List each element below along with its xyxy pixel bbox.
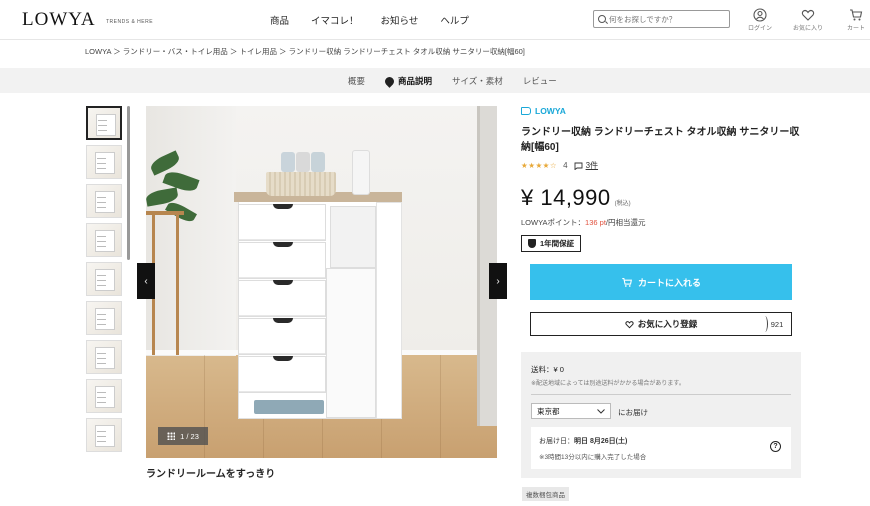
brand-link[interactable]: LOWYA <box>521 106 801 116</box>
points-info: LOWYAポイント：136 pt/円相当還元 <box>521 217 801 228</box>
add-to-cart-button[interactable]: カートに入れる <box>530 264 792 300</box>
thumbnail[interactable] <box>86 223 122 257</box>
comment-icon <box>574 162 583 170</box>
nav-imakore[interactable]: イマコレ！ <box>311 13 359 27</box>
chevron-right-icon: › <box>496 275 500 287</box>
shipping-panel: 送料：¥ 0 ※配送地域によっては別途送料がかかる場合があります。 東京都 にお… <box>521 352 801 478</box>
delivery-date: 明日 8月26日(土) <box>574 438 628 445</box>
thumbnail[interactable] <box>86 340 122 374</box>
favorites-label: お気に入り <box>793 26 824 32</box>
points-prefix: LOWYAポイント： <box>521 218 586 227</box>
tab-description-label: 商品説明 <box>398 76 433 86</box>
site-header: LOWYA TRENDS & HERE 商品 イマコレ！ お知らせ ヘルプ ログ… <box>0 0 870 40</box>
add-to-cart-label: カートに入れる <box>637 277 701 288</box>
tab-overview[interactable]: 概要 <box>348 75 365 87</box>
nav-news[interactable]: お知らせ <box>381 13 419 27</box>
prefecture-note: にお届け <box>618 408 648 417</box>
review-count: 3件 <box>585 161 599 170</box>
header-actions: ログイン お気に入り カート <box>745 8 870 32</box>
shipping-fee: 送料：¥ 0 <box>531 365 564 374</box>
delivery-label: お届け日： <box>539 438 574 445</box>
login-label: ログイン <box>747 26 772 32</box>
delivery-date-line: お届け日：明日 8月26日(土) <box>539 436 627 446</box>
warranty-badge: 1年間保証 <box>521 235 582 252</box>
add-to-favorites-button[interactable]: お気に入り登録 <box>530 312 792 336</box>
price-row: ¥ 14,990 (税込) <box>521 185 801 211</box>
cart-icon <box>850 9 863 21</box>
cart-label: カート <box>846 26 865 32</box>
favorite-count: 921 <box>762 312 792 336</box>
product-tabbar: 概要 商品説明 サイズ・素材 レビュー <box>0 68 870 93</box>
rating-row: ★★★★☆ 4 3件 <box>521 160 801 171</box>
multi-package-tag: 複数梱包商品 <box>522 487 569 501</box>
divider <box>531 394 791 395</box>
thumbnail[interactable] <box>86 145 122 179</box>
tab-description[interactable]: 商品説明 <box>383 74 433 88</box>
price: ¥ 14,990 <box>521 185 611 210</box>
points-suffix: /円相当還元 <box>605 218 646 227</box>
thumbnail[interactable] <box>86 262 122 296</box>
cart-icon <box>622 277 632 287</box>
help-icon[interactable]: ? <box>770 441 781 452</box>
breadcrumb[interactable]: LOWYA ＞ ランドリー・バス・トイレ用品 ＞ トイレ用品 ＞ ランドリー収納… <box>85 46 525 57</box>
delivery-note: ※3時間13分以内に購入完了した場合 <box>539 454 647 461</box>
user-icon <box>753 8 767 22</box>
prev-image-button[interactable]: ‹ <box>137 263 155 299</box>
prefecture-value: 東京都 <box>537 406 560 416</box>
image-caption: ランドリールームをすっきり <box>146 469 276 480</box>
main-product-image[interactable] <box>146 106 497 458</box>
login-link[interactable]: ログイン <box>745 8 775 32</box>
chevron-down-icon <box>597 408 605 414</box>
site-logo[interactable]: LOWYA <box>22 9 96 31</box>
add-to-favorites-label: お気に入り登録 <box>637 319 698 329</box>
warranty-label: 1年間保証 <box>540 239 575 248</box>
nav-help[interactable]: ヘルプ <box>440 13 469 27</box>
heart-icon <box>801 9 815 21</box>
prefecture-select[interactable]: 東京都 <box>531 403 611 419</box>
search-box <box>593 10 730 28</box>
thumbnail[interactable] <box>86 418 122 452</box>
brand-name: LOWYA <box>535 106 566 116</box>
delivery-info: お届け日：明日 8月26日(土) ※3時間13分以内に購入完了した場合 ? <box>531 427 791 469</box>
tag-icon <box>521 107 531 115</box>
heart-icon <box>625 320 634 328</box>
thumbnail[interactable] <box>86 301 122 335</box>
review-link[interactable]: 3件 <box>574 160 598 171</box>
nav-products[interactable]: 商品 <box>270 13 289 27</box>
product-title: ランドリー収納 ランドリーチェスト タオル収納 サニタリー収納[幅60] <box>521 127 800 153</box>
thumbnail[interactable] <box>86 184 122 218</box>
shipping-note: ※配送地域によっては別途送料がかかる場合があります。 <box>531 381 685 387</box>
thumbnail-list <box>86 106 124 457</box>
shield-icon <box>528 239 536 248</box>
tab-review[interactable]: レビュー <box>523 75 557 87</box>
grid-icon <box>167 432 176 440</box>
next-image-button[interactable]: › <box>489 263 507 299</box>
main-nav: 商品 イマコレ！ お知らせ ヘルプ <box>270 13 469 27</box>
tab-size-material[interactable]: サイズ・素材 <box>452 75 503 87</box>
search-input[interactable] <box>609 14 729 24</box>
cart-link[interactable]: カート <box>841 8 870 32</box>
image-counter-text: 1 / 23 <box>180 431 199 441</box>
pin-icon <box>383 74 396 88</box>
chevron-left-icon: ‹ <box>144 275 148 287</box>
thumbnail-scrollbar[interactable] <box>127 106 130 260</box>
rating-stars: ★★★★☆ <box>521 161 558 170</box>
thumbnail[interactable] <box>86 379 122 413</box>
tax-note: (税込) <box>614 201 631 207</box>
product-info: LOWYA ランドリー収納 ランドリーチェスト タオル収納 サニタリー収納[幅6… <box>521 106 801 252</box>
rating-value: 4 <box>563 161 568 170</box>
logo-subtitle: TRENDS & HERE <box>106 19 154 25</box>
thumbnail[interactable] <box>86 106 122 140</box>
image-counter[interactable]: 1 / 23 <box>158 427 208 445</box>
search-icon <box>598 15 606 23</box>
points-value: 136 pt <box>585 218 606 227</box>
favorites-link[interactable]: お気に入り <box>793 8 823 32</box>
